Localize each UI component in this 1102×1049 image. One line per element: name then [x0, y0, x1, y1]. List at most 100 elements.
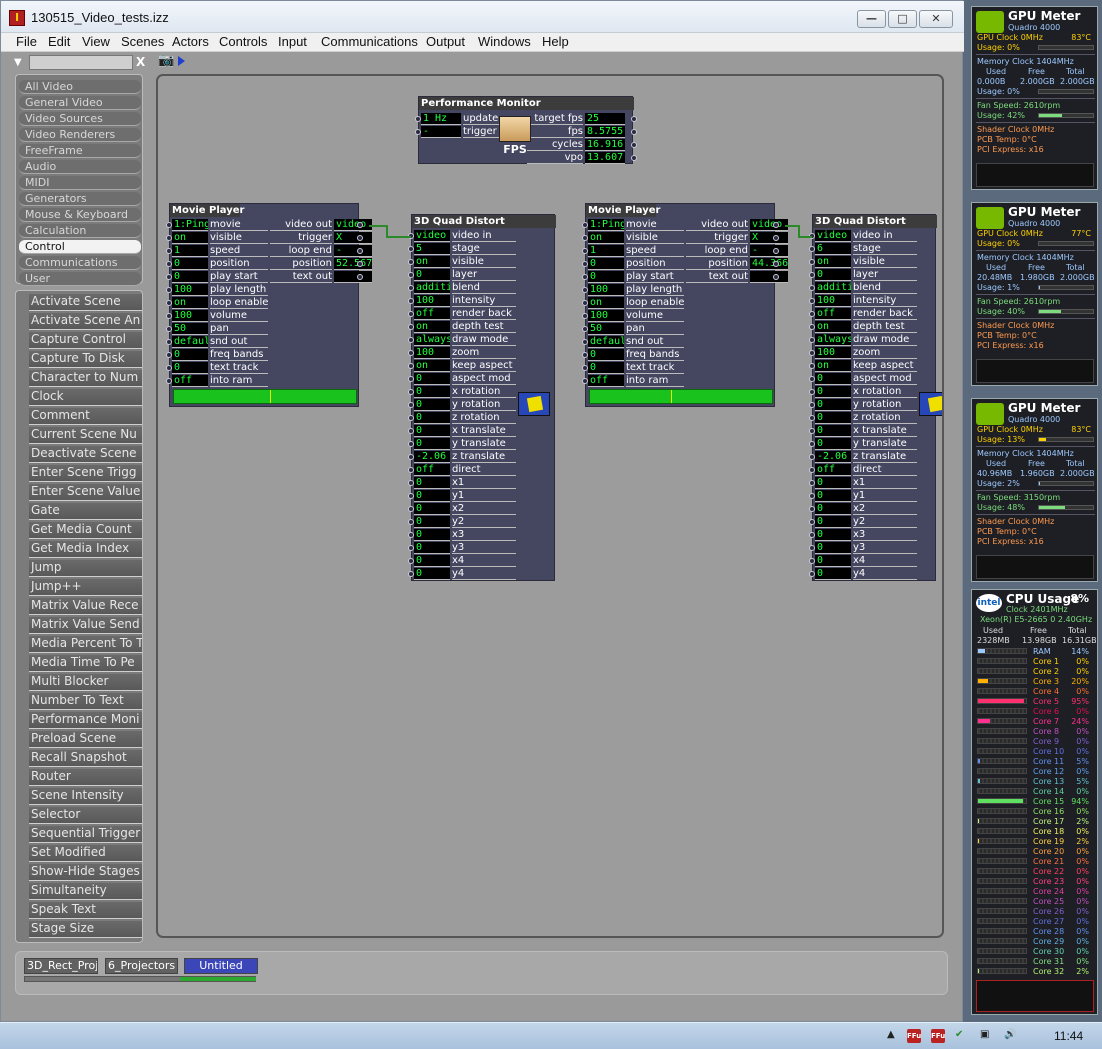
input-value[interactable]: 1: [588, 245, 624, 257]
quad-actor[interactable]: 3D Quad Distort video video in 6 stage on visi…: [809, 214, 942, 581]
input-value[interactable]: 0: [588, 362, 624, 374]
input-value[interactable]: 1: [172, 245, 208, 257]
menu-actors[interactable]: Actors: [172, 34, 209, 49]
input-value[interactable]: 0: [172, 258, 208, 270]
input-value[interactable]: 0: [815, 399, 851, 411]
input-value[interactable]: always: [414, 334, 450, 346]
output-port[interactable]: [773, 248, 779, 254]
perf-actor[interactable]: Performance Monitor 1 Hz update - trigger tar…: [415, 96, 637, 164]
input-value[interactable]: on: [414, 321, 450, 333]
actor-item[interactable]: Character to Num: [29, 370, 142, 387]
input-value[interactable]: 0: [414, 542, 450, 554]
actor-item[interactable]: Activate Scene: [29, 294, 142, 311]
input-value[interactable]: 6: [815, 243, 851, 255]
output-port[interactable]: [773, 235, 779, 241]
input-value[interactable]: 0: [414, 490, 450, 502]
input-value[interactable]: on: [588, 232, 624, 244]
input-value[interactable]: on: [588, 297, 624, 309]
input-value[interactable]: off: [588, 375, 624, 387]
filter-clear-button[interactable]: X: [136, 55, 148, 69]
actor-item[interactable]: Show-Hide Stages: [29, 864, 142, 881]
title-bar[interactable]: I 130515_Video_tests.izz — □ ✕: [1, 1, 964, 33]
category-item[interactable]: Communications: [19, 256, 141, 270]
input-value[interactable]: 0: [172, 362, 208, 374]
menu-output[interactable]: Output: [426, 34, 465, 49]
input-value[interactable]: 1 Hz: [421, 113, 461, 125]
output-port[interactable]: [631, 155, 637, 161]
input-value[interactable]: 0: [815, 477, 851, 489]
actor-item[interactable]: Selector: [29, 807, 142, 824]
input-value[interactable]: 100: [414, 295, 450, 307]
input-value[interactable]: 0: [172, 271, 208, 283]
input-value[interactable]: 100: [172, 284, 208, 296]
input-value[interactable]: 0: [815, 529, 851, 541]
actor-item[interactable]: Recall Snapshot: [29, 750, 142, 767]
output-port[interactable]: [357, 274, 363, 280]
input-value[interactable]: on: [815, 321, 851, 333]
input-value[interactable]: 0: [588, 349, 624, 361]
input-value[interactable]: video: [815, 230, 851, 242]
menu-view[interactable]: View: [82, 34, 110, 49]
input-value[interactable]: on: [414, 360, 450, 372]
actor-item[interactable]: Set Modified: [29, 845, 142, 862]
input-value[interactable]: 1:Ping_: [588, 219, 624, 231]
input-value[interactable]: off: [172, 375, 208, 387]
input-value[interactable]: 0: [815, 490, 851, 502]
menu-input[interactable]: Input: [278, 34, 307, 49]
scene-tab[interactable]: 6_Projectors: [105, 958, 178, 974]
tray-show-hidden-icon[interactable]: ▲: [887, 1029, 895, 1043]
input-value[interactable]: 100: [815, 347, 851, 359]
actor-item[interactable]: Capture To Disk: [29, 351, 142, 368]
input-value[interactable]: off: [815, 464, 851, 476]
output-port[interactable]: [773, 222, 779, 228]
input-value[interactable]: additive: [815, 282, 851, 294]
input-value[interactable]: 0: [815, 386, 851, 398]
actor-item[interactable]: Stage Size: [29, 921, 142, 938]
category-item[interactable]: Audio: [19, 160, 141, 174]
maximize-button[interactable]: □: [888, 10, 917, 28]
input-value[interactable]: 0: [815, 269, 851, 281]
menu-communications[interactable]: Communications: [321, 34, 418, 49]
actor-item[interactable]: Get Media Index: [29, 541, 142, 558]
input-value[interactable]: 0: [414, 425, 450, 437]
actor-item[interactable]: Matrix Value Send: [29, 617, 142, 634]
input-value[interactable]: 0: [414, 477, 450, 489]
actor-item[interactable]: Get Media Count: [29, 522, 142, 539]
tray-network-icon[interactable]: ✔: [955, 1029, 963, 1043]
category-item[interactable]: MIDI: [19, 176, 141, 190]
tray-volume-icon[interactable]: 🔊: [1004, 1029, 1016, 1043]
input-value[interactable]: 0: [815, 373, 851, 385]
input-value[interactable]: 0: [414, 555, 450, 567]
menu-help[interactable]: Help: [542, 34, 569, 49]
input-value[interactable]: 0: [414, 529, 450, 541]
category-item[interactable]: Calculation: [19, 224, 141, 238]
category-item[interactable]: Video Renderers: [19, 128, 141, 142]
actor-item[interactable]: Comment: [29, 408, 142, 425]
input-value[interactable]: 0: [815, 542, 851, 554]
actor-item[interactable]: Number To Text: [29, 693, 142, 710]
input-value[interactable]: on: [815, 360, 851, 372]
actor-item[interactable]: Deactivate Scene: [29, 446, 142, 463]
output-port[interactable]: [773, 261, 779, 267]
category-item[interactable]: All Video: [19, 80, 141, 94]
actor-item[interactable]: Enter Scene Trigg: [29, 465, 142, 482]
output-port[interactable]: [357, 235, 363, 241]
actor-item[interactable]: Simultaneity: [29, 883, 142, 900]
actor-item[interactable]: Media Percent To T: [29, 636, 142, 653]
menu-controls[interactable]: Controls: [219, 34, 267, 49]
input-value[interactable]: video: [414, 230, 450, 242]
scene-tab[interactable]: 3D_Rect_Proj: [24, 958, 98, 974]
actor-item[interactable]: Router: [29, 769, 142, 786]
input-value[interactable]: off: [815, 308, 851, 320]
scene-tab-selected[interactable]: Untitled: [184, 958, 258, 974]
actor-item[interactable]: Performance Moni: [29, 712, 142, 729]
input-value[interactable]: 0: [414, 399, 450, 411]
input-value[interactable]: 0: [815, 438, 851, 450]
snapshot-camera-icon[interactable]: 📷: [158, 53, 176, 69]
actor-item[interactable]: Activate Scene An: [29, 313, 142, 330]
tray-ffu-icon[interactable]: FFu: [907, 1029, 921, 1043]
input-value[interactable]: 100: [815, 295, 851, 307]
input-value[interactable]: 0: [414, 516, 450, 528]
input-value[interactable]: -: [421, 126, 461, 138]
menu-windows[interactable]: Windows: [478, 34, 531, 49]
